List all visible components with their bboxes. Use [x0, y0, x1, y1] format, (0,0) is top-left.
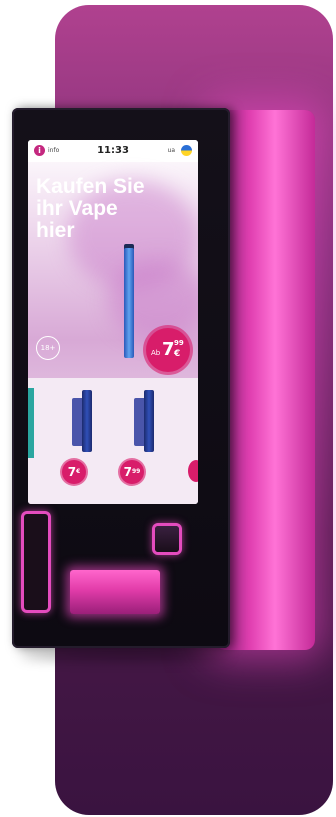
smoke-cloud: [108, 260, 198, 340]
product-price-cents: 99: [132, 468, 141, 475]
product-shelf: 7€ 799: [28, 378, 198, 504]
product-price-currency: €: [76, 468, 81, 475]
price-badge: Ab 7 99 €: [146, 328, 190, 372]
price-prefix: Ab: [151, 349, 161, 357]
status-bar: i info 11:33 ua: [28, 140, 198, 162]
product-price-value: 7: [67, 465, 77, 479]
product-item[interactable]: [82, 390, 92, 452]
side-glow: [215, 110, 315, 650]
dispense-tray[interactable]: [70, 570, 160, 614]
floor-shadow: [20, 650, 230, 660]
product-item[interactable]: [144, 390, 154, 452]
scroll-indicator: [188, 460, 198, 482]
payment-slot[interactable]: [24, 514, 48, 610]
price-main: 7: [162, 339, 175, 360]
hero-title: Kaufen Sie ihr Vape hier: [36, 175, 145, 242]
age-badge: 18+: [36, 336, 60, 360]
language-label[interactable]: ua: [168, 147, 175, 154]
product-price[interactable]: 7€: [62, 460, 86, 484]
touch-screen[interactable]: i info 11:33 ua Kaufen Sie ihr Vape hier…: [28, 140, 198, 504]
flag-icon[interactable]: [181, 145, 192, 156]
product-edge: [28, 388, 34, 458]
product-price[interactable]: 799: [120, 460, 144, 484]
card-reader[interactable]: [155, 526, 179, 552]
hero-vape-image: [124, 248, 134, 358]
product-price-value: 7: [123, 465, 132, 479]
price-cents: 99: [174, 339, 184, 347]
price-currency: €: [174, 349, 181, 359]
